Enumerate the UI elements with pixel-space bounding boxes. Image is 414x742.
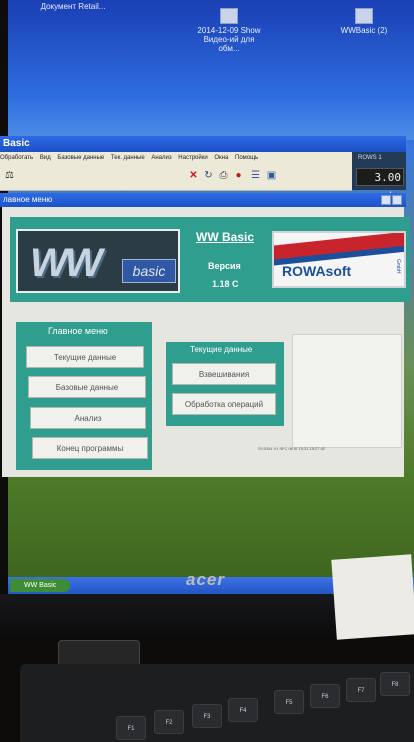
stop-icon[interactable]: ●	[233, 170, 244, 182]
list-icon[interactable]: ☰	[250, 170, 261, 182]
logo-ww-text: WW	[30, 241, 102, 285]
key-f1[interactable]: F1	[116, 716, 146, 740]
key-f5[interactable]: F5	[274, 690, 304, 714]
key-f3[interactable]: F3	[192, 704, 222, 728]
desktop-icon-label: 2014-12-09 Show Видео-ий для обм...	[197, 26, 261, 53]
process-operations-button[interactable]: Обработка операций	[172, 393, 276, 415]
window-title-bar[interactable]: Basic	[0, 136, 406, 152]
weighings-button[interactable]: Взвешивания	[172, 363, 276, 385]
inner-window-title-bar[interactable]: лавное меню	[0, 193, 406, 207]
inner-window-title: лавное меню	[3, 195, 53, 204]
menu-settings[interactable]: Настройки	[178, 155, 207, 161]
menu-windows[interactable]: Окна	[214, 155, 228, 161]
taskbar-app-button[interactable]: WW Basic	[10, 579, 70, 592]
current-data-button[interactable]: Текущие данные	[26, 346, 144, 368]
window-icon[interactable]: ▣	[266, 170, 277, 182]
vendor-suffix: GmbH	[395, 259, 401, 274]
scale-icon[interactable]: ⚖	[4, 170, 15, 182]
keyboard: F1 F2 F3 F4 F5 F6 F7 F8	[20, 664, 414, 742]
scale-label: ROWS 1	[358, 155, 382, 161]
menu-current-data[interactable]: Тек. данные	[111, 155, 145, 161]
menu-view[interactable]: Вид	[40, 155, 51, 161]
app-name: WW Basic	[196, 230, 255, 244]
key-f7[interactable]: F7	[346, 678, 376, 702]
print-icon[interactable]: ⎙	[218, 170, 229, 182]
status-line: SY2004 V1 SFC 06 III 15:31 15:27:02	[258, 446, 326, 451]
key-f2[interactable]: F2	[154, 710, 184, 734]
menu-analysis[interactable]: Анализ	[151, 155, 171, 161]
vendor-name: ROWAsoft	[282, 263, 352, 279]
desktop-icon-label: WWBasic (2)	[340, 26, 388, 35]
restore-icon[interactable]	[381, 195, 391, 205]
refresh-icon[interactable]: ↻	[203, 170, 214, 182]
exit-program-button[interactable]: Конец программы	[32, 437, 148, 459]
video-file-icon	[220, 8, 238, 24]
ww-basic-logo: WW basic	[16, 229, 180, 293]
close-icon[interactable]	[392, 195, 402, 205]
desktop-icon[interactable]: WWBasic (2)	[334, 8, 394, 35]
key-f6[interactable]: F6	[310, 684, 340, 708]
info-panel	[292, 334, 402, 448]
menu-process[interactable]: Обработать	[0, 155, 33, 161]
menu-base-data[interactable]: Базовые данные	[57, 155, 104, 161]
window-title: Basic	[3, 138, 30, 149]
analysis-button[interactable]: Анализ	[30, 407, 146, 429]
scale-weight-display: 3.00 t.	[356, 168, 404, 202]
current-data-title: Текущие данные	[190, 345, 253, 354]
menu-help[interactable]: Помощь	[235, 155, 258, 161]
toolbar: ⚖ ✕ ↻ ⎙ ● ☰ ▣	[0, 164, 352, 191]
cancel-icon[interactable]: ✕	[188, 170, 199, 182]
monitor-brand: acer	[186, 570, 225, 589]
main-menu-title: Главное меню	[48, 326, 108, 336]
rowasoft-logo: ROWAsoft GmbH	[272, 231, 406, 288]
key-f8[interactable]: F8	[380, 672, 410, 696]
menu-bar: Обработать Вид Базовые данные Тек. данны…	[0, 152, 352, 164]
key-f4[interactable]: F4	[228, 698, 258, 722]
version-label: Версия	[208, 261, 241, 271]
desktop-icon[interactable]: 2014-12-09 Show Видео-ий для обм...	[194, 8, 264, 53]
taskbar-app-label: WW Basic	[24, 582, 57, 589]
version-value: 1.18 C	[212, 279, 239, 289]
application-shortcut-icon	[355, 8, 373, 24]
desktop-icon[interactable]: Документ Retail...	[18, 2, 128, 11]
base-data-button[interactable]: Базовые данные	[28, 376, 146, 398]
desktop-icon-label: Документ Retail...	[40, 2, 106, 11]
logo-basic-text: basic	[122, 259, 176, 283]
paper-sheet	[331, 554, 414, 640]
